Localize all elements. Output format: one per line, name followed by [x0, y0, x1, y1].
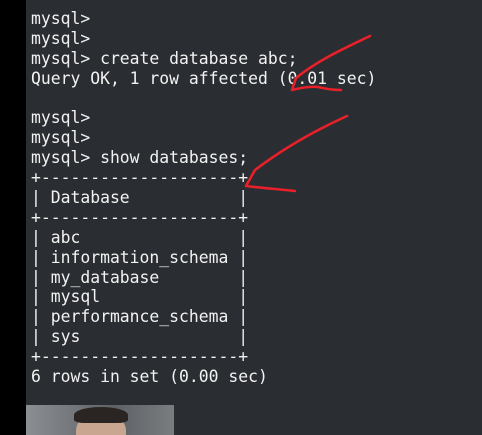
result-table-border-header: +--------------------+	[31, 207, 249, 227]
result-table-row: | sys |	[31, 327, 249, 347]
result-table-row: | abc |	[31, 227, 249, 247]
terminal-line: mysql>	[31, 28, 91, 48]
terminal-output: mysql> mysql> mysql> create database abc; Q…	[31, 9, 376, 387]
result-table-row: | performance_schema |	[31, 307, 249, 327]
webcam-overlay	[26, 405, 174, 435]
result-table-border-top: +--------------------+	[31, 168, 249, 188]
terminal-line: mysql>	[31, 9, 91, 28]
terminal-line: mysql>	[31, 108, 91, 128]
result-table-border-bottom: +--------------------+	[31, 347, 249, 367]
result-table-row: | information_schema |	[31, 247, 249, 267]
result-table-header: | Database |	[31, 188, 249, 208]
terminal-line: mysql>	[31, 128, 91, 148]
terminal-line-show-databases: mysql> show databases;	[31, 148, 249, 168]
terminal-line-create-database: mysql> create database abc;	[31, 48, 298, 68]
webcam-hair	[74, 407, 128, 423]
terminal-line-rows-in-set: 6 rows in set (0.00 sec)	[31, 367, 268, 387]
left-black-bar	[0, 0, 26, 435]
result-table-row: | my_database |	[31, 267, 249, 287]
screen: mysql> mysql> mysql> create database abc; Q…	[0, 0, 482, 435]
result-table-row: | mysql |	[31, 287, 249, 307]
terminal-line-query-ok: Query OK, 1 row affected (0.01 sec)	[31, 68, 377, 88]
terminal-window[interactable]: mysql> mysql> mysql> create database abc; Q…	[26, 0, 482, 435]
